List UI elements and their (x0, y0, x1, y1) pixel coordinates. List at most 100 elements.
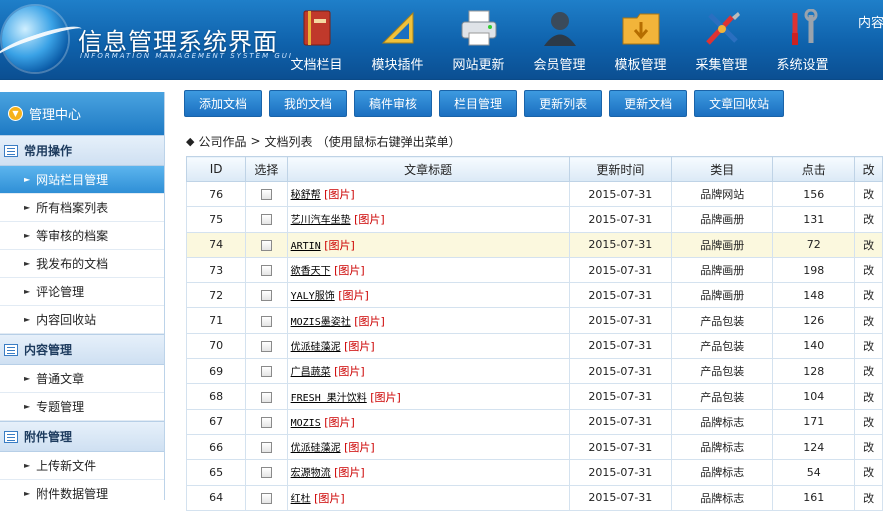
table-row[interactable]: 72 YALY服饰 [图片] 2015-07-31 品牌画册 148 改 (185, 282, 883, 309)
table-row[interactable]: 64 红杜 [图片] 2015-07-31 品牌标志 161 改 (185, 484, 883, 511)
article-title-link[interactable]: ARTIN (291, 241, 321, 252)
article-title-link[interactable]: 广昌蔬菜 (291, 367, 331, 378)
cell-op[interactable]: 改 (854, 433, 883, 461)
row-checkbox[interactable] (260, 391, 272, 403)
sidebar-item-pending[interactable]: ► 等审核的档案 (0, 222, 164, 250)
sidebar-item-topics[interactable]: ► 专题管理 (0, 393, 164, 421)
cell-op[interactable]: 改 (854, 256, 883, 284)
row-checkbox[interactable] (260, 290, 272, 302)
cell-op[interactable]: 改 (854, 408, 883, 435)
image-tag[interactable]: [图片] (334, 264, 365, 277)
sidebar-item-upload[interactable]: ► 上传新文件 (0, 452, 164, 480)
article-title-link[interactable]: 宏源物流 (291, 468, 331, 479)
article-title-link[interactable]: MOZIS (291, 418, 321, 429)
update-list-button[interactable]: 更新列表 (524, 90, 603, 117)
review-button[interactable]: 稿件审核 (354, 90, 433, 117)
image-tag[interactable]: [图片] (344, 340, 375, 353)
column-manage-button[interactable]: 栏目管理 (439, 90, 518, 117)
update-documents-button[interactable]: 更新文档 (609, 90, 688, 117)
sidebar-item-site-columns[interactable]: ► 网站栏目管理 (0, 166, 164, 194)
sidebar-section-common[interactable]: 常用操作 (0, 135, 164, 166)
add-document-button[interactable]: 添加文档 (184, 90, 263, 117)
cell-op[interactable]: 改 (854, 383, 883, 410)
article-title-link[interactable]: 优派硅藻泥 (291, 342, 341, 353)
sidebar-section-attachments[interactable]: 附件管理 (0, 421, 164, 452)
table-row[interactable]: 71 MOZIS墨姿社 [图片] 2015-07-31 产品包装 126 改 (185, 307, 883, 334)
nav-item-collect[interactable]: 采集管理 (681, 0, 762, 79)
col-header-select[interactable]: 选择 (245, 156, 288, 182)
row-checkbox[interactable] (260, 214, 272, 226)
image-tag[interactable]: [图片] (344, 441, 375, 454)
image-tag[interactable]: [图片] (354, 315, 385, 328)
cell-op[interactable]: 改 (854, 180, 883, 208)
row-checkbox[interactable] (260, 416, 272, 428)
image-tag[interactable]: [图片] (338, 289, 369, 302)
article-title-link[interactable]: YALY服饰 (291, 291, 335, 302)
image-tag[interactable]: [图片] (370, 391, 401, 404)
cell-op[interactable]: 改 (854, 484, 883, 511)
cell-op[interactable]: 改 (854, 231, 883, 258)
image-tag[interactable]: [图片] (334, 466, 365, 479)
sidebar-item-articles[interactable]: ► 普通文章 (0, 365, 164, 393)
sidebar-item-attachment-data[interactable]: ► 附件数据管理 (0, 480, 164, 500)
article-title-link[interactable]: MOZIS墨姿社 (291, 317, 351, 328)
nav-item-columns[interactable]: 文档栏目 (276, 0, 357, 79)
nav-item-templates[interactable]: 模板管理 (600, 0, 681, 79)
row-checkbox[interactable] (260, 492, 272, 504)
image-tag[interactable]: [图片] (324, 188, 355, 201)
row-checkbox[interactable] (260, 442, 272, 454)
image-tag[interactable]: [图片] (324, 416, 355, 429)
col-header-category[interactable]: 类目 (671, 156, 774, 182)
article-title-link[interactable]: FRESH 果汁饮料 (291, 393, 367, 404)
table-row[interactable]: 68 FRESH 果汁饮料 [图片] 2015-07-31 产品包装 104 改 (185, 383, 883, 410)
col-header-updated[interactable]: 更新时间 (568, 156, 673, 182)
image-tag[interactable]: [图片] (324, 239, 355, 252)
cell-op[interactable]: 改 (854, 206, 883, 233)
table-row[interactable]: 65 宏源物流 [图片] 2015-07-31 品牌标志 54 改 (185, 459, 883, 486)
article-recycle-button[interactable]: 文章回收站 (694, 90, 785, 117)
table-row[interactable]: 70 优派硅藻泥 [图片] 2015-07-31 产品包装 140 改 (185, 332, 883, 360)
table-row[interactable]: 67 MOZIS [图片] 2015-07-31 品牌标志 171 改 (185, 408, 883, 435)
row-checkbox[interactable] (260, 366, 272, 378)
table-row[interactable]: 73 欲香天下 [图片] 2015-07-31 品牌画册 198 改 (185, 256, 883, 284)
image-tag[interactable]: [图片] (314, 492, 345, 505)
nav-item-site-update[interactable]: 网站更新 (438, 0, 519, 79)
table-row[interactable]: 74 ARTIN [图片] 2015-07-31 品牌画册 72 改 (185, 231, 883, 258)
article-title-link[interactable]: 红杜 (291, 494, 311, 505)
row-checkbox[interactable] (260, 315, 272, 327)
article-title-link[interactable]: 优派硅藻泥 (291, 443, 341, 454)
table-row[interactable]: 75 艺川汽车坐垫 [图片] 2015-07-31 品牌画册 131 改 (185, 206, 883, 233)
table-row[interactable]: 76 秘舒帮 [图片] 2015-07-31 品牌网站 156 改 (185, 180, 883, 208)
cell-op[interactable]: 改 (854, 358, 883, 385)
breadcrumb-item[interactable]: 公司作品 (198, 133, 246, 150)
col-header-clicks[interactable]: 点击 (772, 156, 856, 182)
my-documents-button[interactable]: 我的文档 (269, 90, 348, 117)
row-checkbox[interactable] (260, 467, 272, 479)
nav-item-members[interactable]: 会员管理 (519, 0, 600, 79)
col-header-op[interactable]: 改 (854, 156, 883, 182)
nav-item-settings[interactable]: 系统设置 (762, 0, 843, 79)
nav-item-modules[interactable]: 模块插件 (357, 0, 438, 79)
cell-op[interactable]: 改 (854, 307, 883, 334)
breadcrumb-item[interactable]: 文档列表 (265, 133, 313, 150)
image-tag[interactable]: [图片] (334, 365, 365, 378)
cell-op[interactable]: 改 (854, 282, 883, 309)
cell-op[interactable]: 改 (854, 332, 883, 360)
article-title-link[interactable]: 秘舒帮 (291, 190, 321, 201)
row-checkbox[interactable] (260, 189, 272, 201)
sidebar-section-content[interactable]: 内容管理 (0, 334, 164, 365)
article-title-link[interactable]: 欲香天下 (291, 266, 331, 277)
col-header-title[interactable]: 文章标题 (286, 156, 570, 182)
row-checkbox[interactable] (260, 265, 272, 277)
row-checkbox[interactable] (260, 239, 272, 251)
sidebar-item-all-archives[interactable]: ► 所有档案列表 (0, 194, 164, 222)
sidebar-item-my-docs[interactable]: ► 我发布的文档 (0, 250, 164, 278)
table-row[interactable]: 69 广昌蔬菜 [图片] 2015-07-31 产品包装 128 改 (185, 358, 883, 385)
sidebar-item-comments[interactable]: ► 评论管理 (0, 278, 164, 306)
table-row[interactable]: 66 优派硅藻泥 [图片] 2015-07-31 品牌标志 124 改 (185, 433, 883, 461)
nav-item-content-partial[interactable]: 内容 (858, 12, 883, 31)
sidebar-item-recycle[interactable]: ► 内容回收站 (0, 306, 164, 334)
article-title-link[interactable]: 艺川汽车坐垫 (291, 215, 351, 226)
col-header-id[interactable]: ID (185, 156, 247, 182)
cell-op[interactable]: 改 (854, 459, 883, 486)
